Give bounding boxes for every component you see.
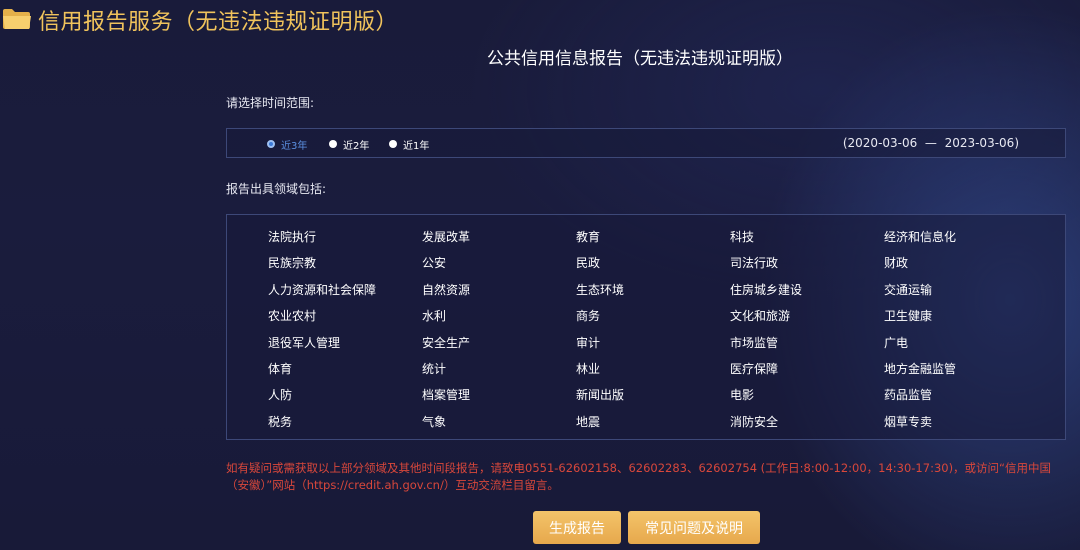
domain-item: 安全生产 xyxy=(422,335,471,350)
start-date: 2020-03-06 xyxy=(847,136,918,150)
domain-item: 退役军人管理 xyxy=(268,335,341,350)
domain-item: 电影 xyxy=(730,388,755,403)
domain-item: 药品监管 xyxy=(884,388,933,403)
radio-label: 近2年 xyxy=(343,140,370,152)
domain-item: 科技 xyxy=(730,230,755,244)
radio-label: 近3年 xyxy=(281,140,308,152)
domain-item: 档案管理 xyxy=(422,388,471,403)
domain-item: 自然资源 xyxy=(422,282,471,297)
domain-item: 地震 xyxy=(576,414,601,429)
app-title: 信用报告服务（无违法违规证明版） xyxy=(38,10,399,35)
domain-item: 司法行政 xyxy=(730,256,779,271)
domain-item: 农业农村 xyxy=(268,309,317,324)
domain-item: 人力资源和社会保障 xyxy=(268,282,377,297)
domain-item: 文化和旅游 xyxy=(730,309,791,324)
domain-item: 新闻出版 xyxy=(576,388,625,403)
time-range-label: 请选择时间范围: xyxy=(226,96,315,110)
domain-item: 公安 xyxy=(422,256,447,271)
domain-item: 经济和信息化 xyxy=(884,230,957,244)
domain-list: 法院执行 发展改革 教育 科技 经济和信息化民族宗教 公安 民政 司法行政 财政人力资源和社会保… xyxy=(226,214,1066,440)
domain-item: 体育 xyxy=(268,362,293,376)
domain-item: 法院执行 xyxy=(268,230,317,244)
domain-item: 气象 xyxy=(422,414,447,429)
domain-item: 市场监管 xyxy=(730,335,779,350)
radio-label: 近1年 xyxy=(403,140,430,152)
domain-item: 统计 xyxy=(422,362,447,376)
radio-2-years[interactable]: 近2年 xyxy=(329,136,369,152)
domain-item: 审计 xyxy=(576,335,601,350)
header-bar: 信用报告服务（无违法违规证明版） xyxy=(0,0,1080,40)
generate-report-button[interactable]: 生成报告 xyxy=(533,511,621,544)
domain-item: 民政 xyxy=(576,256,601,271)
domain-item: 交通运输 xyxy=(884,282,933,297)
radio-3-years[interactable]: 近3年 xyxy=(267,136,307,152)
domain-item: 生态环境 xyxy=(576,282,625,297)
time-range-selector: 近3年 近2年 近1年 (2020-03-06 — 2023-03-06) xyxy=(226,128,1066,158)
radio-unselected-icon xyxy=(389,140,397,148)
domain-item: 消防安全 xyxy=(730,414,779,429)
domain-item: 地方金融监管 xyxy=(884,362,957,376)
domain-item: 教育 xyxy=(576,230,601,244)
contact-notice: 如有疑问或需获取以上部分领域及其他时间段报告，请致电0551-62602158、… xyxy=(226,461,1052,492)
domain-item: 税务 xyxy=(268,414,293,429)
report-title: 公共信用信息报告（无违法违规证明版） xyxy=(487,49,793,69)
domain-item: 发展改革 xyxy=(422,230,471,244)
date-range: (2020-03-06 — 2023-03-06) xyxy=(842,136,1019,150)
domain-item: 卫生健康 xyxy=(884,309,933,324)
radio-unselected-icon xyxy=(329,140,337,148)
domain-item: 烟草专卖 xyxy=(884,414,933,429)
domain-item: 林业 xyxy=(576,362,601,376)
end-date: 2023-03-06 xyxy=(944,136,1015,150)
radio-selected-icon xyxy=(267,140,275,148)
domains-label: 报告出具领域包括: xyxy=(226,182,327,196)
domain-item: 人防 xyxy=(268,388,293,403)
domain-item: 广电 xyxy=(884,335,909,350)
domain-item: 财政 xyxy=(884,256,909,271)
domain-item: 民族宗教 xyxy=(268,256,317,271)
date-separator: — xyxy=(924,136,937,150)
domain-item: 水利 xyxy=(422,309,447,324)
domain-item: 商务 xyxy=(576,309,601,324)
radio-1-year[interactable]: 近1年 xyxy=(389,136,429,152)
domain-item: 医疗保障 xyxy=(730,362,779,376)
domain-item: 住房城乡建设 xyxy=(730,282,803,297)
faq-button[interactable]: 常见问题及说明 xyxy=(628,511,760,544)
folder-icon xyxy=(2,8,32,30)
